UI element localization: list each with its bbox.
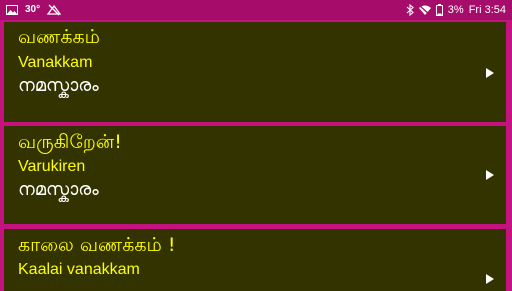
tamil-phrase: வணக்கம் bbox=[18, 26, 100, 48]
transliteration: Varukiren bbox=[18, 158, 86, 175]
no-sync-icon bbox=[47, 4, 62, 16]
phrase-list[interactable]: வணக்கம் Vanakkam നമസ്കാരം வருகிறேன்! Var… bbox=[0, 20, 512, 291]
play-icon[interactable] bbox=[486, 68, 494, 78]
wifi-icon bbox=[418, 5, 431, 16]
play-icon[interactable] bbox=[486, 170, 494, 180]
tamil-phrase: வருகிறேன்! bbox=[18, 131, 122, 153]
play-icon[interactable] bbox=[486, 274, 494, 284]
transliteration: Vanakkam bbox=[18, 54, 93, 71]
malayalam-translation: നമസ്കാരം bbox=[18, 75, 99, 96]
image-icon bbox=[6, 5, 18, 15]
transliteration: Kaalai vanakkam bbox=[18, 261, 140, 278]
battery-percent-text: 3% bbox=[447, 4, 464, 16]
phrase-card[interactable]: காலை வணக்கம் ! Kaalai vanakkam bbox=[2, 229, 508, 291]
clock-text: Fri 3:54 bbox=[468, 4, 506, 16]
status-bar-right: 3% Fri 3:54 bbox=[406, 0, 506, 20]
tamil-phrase: காலை வணக்கம் ! bbox=[18, 234, 176, 256]
malayalam-translation: നമസ്കാരം bbox=[18, 179, 99, 200]
temperature-text: 30° bbox=[25, 4, 41, 15]
battery-icon bbox=[435, 4, 443, 16]
phrase-card[interactable]: வருகிறேன்! Varukiren നമസ്കാരം bbox=[2, 126, 508, 224]
phrase-card[interactable]: வணக்கம் Vanakkam നമസ്കാരം bbox=[2, 22, 508, 122]
status-bar-left: 30° bbox=[6, 0, 62, 20]
status-bar: 30° 3% Fri 3:54 bbox=[0, 0, 512, 20]
bluetooth-icon bbox=[406, 4, 414, 16]
